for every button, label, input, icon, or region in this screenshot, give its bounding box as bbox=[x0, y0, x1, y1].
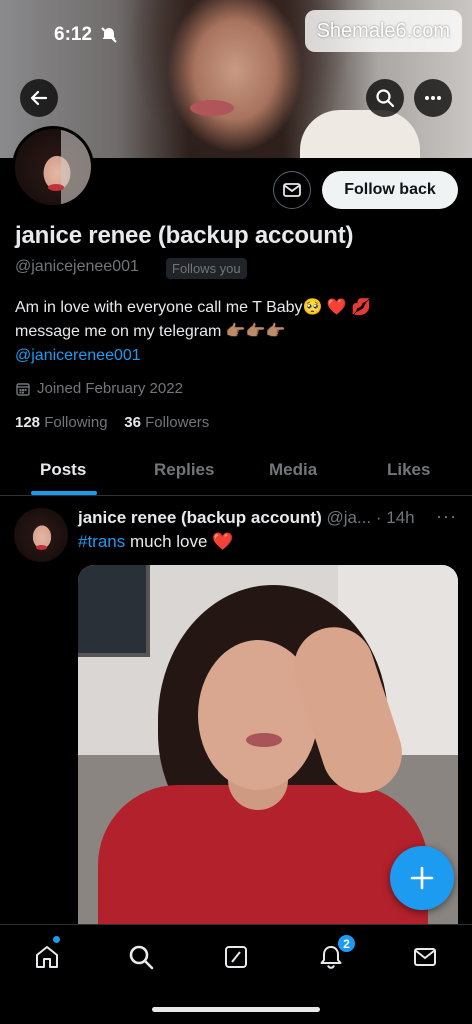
home-indicator[interactable] bbox=[152, 1007, 320, 1012]
post-avatar[interactable] bbox=[14, 508, 68, 562]
following-label: Following bbox=[44, 414, 108, 431]
banner-shirt bbox=[300, 110, 420, 158]
back-arrow-icon bbox=[30, 90, 48, 106]
nav-search[interactable] bbox=[121, 937, 161, 977]
avatar-lips bbox=[48, 184, 64, 191]
profile-avatar[interactable] bbox=[12, 126, 94, 208]
followers-label: Followers bbox=[145, 414, 210, 431]
followers-link[interactable]: 36 Followers bbox=[124, 414, 209, 431]
followers-count: 36 bbox=[124, 414, 141, 431]
status-time: 6:12 bbox=[54, 24, 93, 45]
nav-grok[interactable] bbox=[216, 937, 256, 977]
bio-line-1: Am in love with everyone call me T Baby🥺… bbox=[15, 299, 372, 316]
tab-media[interactable]: Media bbox=[269, 460, 317, 480]
following-count: 128 bbox=[15, 414, 41, 431]
search-button[interactable] bbox=[366, 79, 404, 117]
joined-date: Joined February 2022 bbox=[15, 380, 183, 397]
tab-posts[interactable]: Posts bbox=[40, 460, 86, 480]
follows-you-badge: Follows you bbox=[166, 258, 247, 279]
compose-post-button[interactable] bbox=[390, 846, 454, 910]
home-unread-dot bbox=[53, 936, 60, 943]
post-more-button[interactable]: ··· bbox=[436, 506, 457, 527]
profile-handle: @janicejenee001 bbox=[15, 258, 139, 275]
bio-line-2: message me on my telegram 👉🏽👉🏽👉🏽 bbox=[15, 323, 286, 340]
tab-replies[interactable]: Replies bbox=[154, 460, 214, 480]
silent-bell-icon bbox=[101, 27, 117, 43]
avatar-background bbox=[61, 129, 91, 205]
search-icon bbox=[376, 89, 395, 108]
profile-bio: Am in love with everyone call me T Baby🥺… bbox=[15, 296, 455, 368]
back-button[interactable] bbox=[20, 79, 58, 117]
post-hashtag[interactable]: #trans bbox=[78, 532, 125, 551]
plus-icon bbox=[410, 866, 434, 890]
search-icon bbox=[129, 945, 154, 970]
image-lips bbox=[246, 733, 282, 747]
home-icon bbox=[36, 946, 58, 968]
bio-mention-link[interactable]: @janicerenee001 bbox=[15, 344, 455, 368]
follow-stats: 128 Following 36 Followers bbox=[15, 414, 209, 431]
tab-likes[interactable]: Likes bbox=[387, 460, 430, 480]
post-body: much love ❤️ bbox=[125, 532, 234, 551]
mail-icon bbox=[414, 948, 436, 966]
post-avatar-lips bbox=[36, 545, 47, 550]
joined-text: Joined February 2022 bbox=[37, 380, 183, 397]
more-dots-icon bbox=[425, 96, 441, 100]
post-author-name[interactable]: janice renee (backup account) bbox=[78, 508, 322, 527]
watermark: Shemale6.com bbox=[304, 10, 462, 52]
image-tv bbox=[78, 565, 150, 657]
following-link[interactable]: 128 Following bbox=[15, 414, 108, 431]
nav-home[interactable] bbox=[27, 937, 67, 977]
grok-icon bbox=[225, 946, 247, 968]
more-options-button[interactable] bbox=[414, 79, 452, 117]
active-tab-indicator bbox=[31, 491, 97, 495]
nav-messages[interactable] bbox=[405, 937, 445, 977]
post-text: #trans much love ❤️ bbox=[78, 532, 233, 552]
post-handle-time: @ja... · 14h bbox=[326, 508, 415, 527]
notifications-badge: 2 bbox=[337, 934, 356, 953]
message-button[interactable] bbox=[273, 171, 311, 209]
envelope-icon bbox=[283, 183, 301, 197]
profile-tabs: Posts Replies Media Likes bbox=[0, 448, 472, 496]
profile-name: janice renee (backup account) bbox=[15, 222, 354, 249]
follow-back-button[interactable]: Follow back bbox=[322, 171, 458, 209]
post-header: janice renee (backup account) @ja... · 1… bbox=[78, 508, 415, 528]
calendar-icon bbox=[16, 382, 30, 396]
banner-lips bbox=[190, 100, 234, 116]
